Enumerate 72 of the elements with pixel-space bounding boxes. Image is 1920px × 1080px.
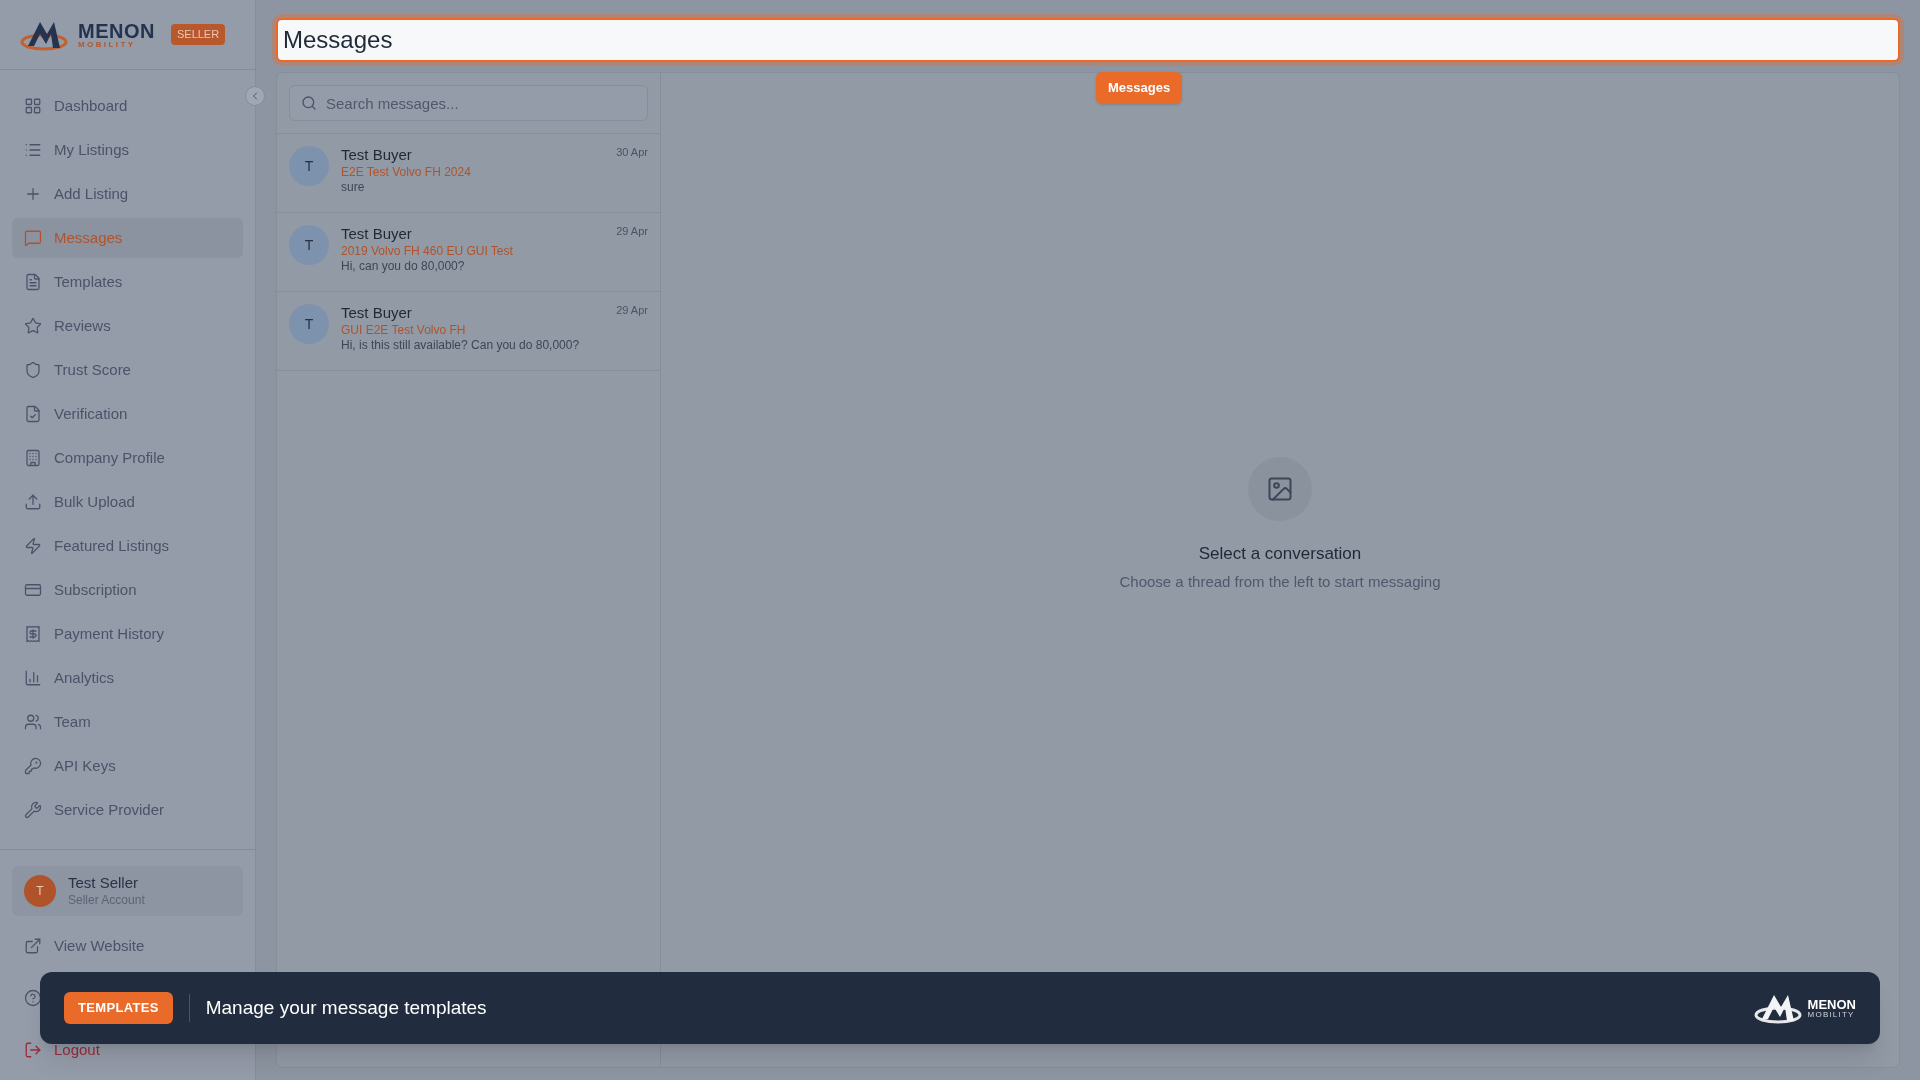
search-field[interactable]: Search messages... bbox=[289, 85, 648, 121]
building-icon bbox=[24, 449, 42, 467]
search-icon bbox=[301, 95, 317, 111]
nav-item[interactable]: Templates bbox=[12, 262, 243, 302]
empty-state-title: Select a conversation bbox=[1198, 543, 1362, 565]
link-link[interactable]: View Website bbox=[12, 934, 157, 958]
buyer-avatar: T bbox=[289, 146, 329, 186]
nav-item[interactable]: Company Profile bbox=[12, 438, 243, 478]
listing-title: GUI E2E Test Volvo FH bbox=[341, 322, 467, 338]
user-avatar: T bbox=[24, 875, 56, 908]
empty-state-text: Choose a thread from the left to start messaging bbox=[1119, 571, 1441, 592]
thread-item[interactable]: T Test Buyer 29 Apr 2019 Volvo FH 460 EU GUI Test Hi, can you do 80,000? bbox=[277, 213, 660, 292]
thread-item[interactable]: T Test Buyer 29 Apr GUI E2E Test Volvo FH Hi, is this still available? Can you do 80,000? bbox=[277, 292, 660, 371]
chat-bubble-icon bbox=[24, 229, 42, 247]
listing-title: 2019 Volvo FH 460 EU GUI Test bbox=[341, 243, 514, 259]
nav-item[interactable]: Service Provider bbox=[12, 790, 243, 830]
logout-icon bbox=[24, 1041, 42, 1059]
nav-item[interactable]: Payment History bbox=[12, 614, 243, 654]
buyer-name: Test Buyer bbox=[341, 225, 412, 244]
help-icon[interactable] bbox=[24, 989, 42, 1007]
receipt-icon bbox=[24, 625, 42, 643]
users-icon bbox=[24, 713, 42, 731]
document-icon bbox=[24, 273, 42, 291]
wrench-icon bbox=[24, 801, 42, 819]
nav-item[interactable]: Trust Score bbox=[12, 350, 243, 390]
list-icon bbox=[24, 141, 42, 159]
nav-item[interactable]: Analytics bbox=[12, 658, 243, 698]
nav-item[interactable]: Add Listing bbox=[12, 174, 243, 214]
thread-item[interactable]: T Test Buyer 30 Apr E2E Test Volvo FH 2024 sure bbox=[277, 134, 660, 213]
banner-text: Manage your message templates bbox=[205, 995, 487, 1020]
document-check-icon bbox=[24, 405, 42, 423]
thread-date: 30 Apr bbox=[616, 146, 648, 160]
nav-item[interactable]: My Listings bbox=[12, 130, 243, 170]
credit-card-icon bbox=[24, 581, 42, 599]
tooltip: Messages bbox=[1096, 72, 1183, 104]
message-preview: sure bbox=[341, 179, 366, 195]
message-preview: Hi, is this still available? Can you do 80,000? bbox=[341, 337, 581, 353]
buyer-name: Test Buyer bbox=[341, 146, 412, 165]
thread-date: 29 Apr bbox=[616, 304, 648, 318]
shield-icon bbox=[24, 361, 42, 379]
key-icon bbox=[24, 757, 42, 775]
brand-name: MENON bbox=[78, 20, 155, 41]
nav-item[interactable]: Subscription bbox=[12, 570, 243, 610]
brand-tagline: MOBILITY bbox=[78, 40, 137, 49]
buyer-avatar: T bbox=[289, 225, 329, 265]
page-title: Messages bbox=[283, 25, 393, 55]
banner-brand-name: MENON bbox=[1807, 997, 1856, 1011]
user-name: Test Seller bbox=[68, 874, 140, 893]
listing-title: E2E Test Volvo FH 2024 bbox=[341, 164, 472, 180]
star-icon bbox=[24, 317, 42, 335]
bar-chart-icon bbox=[24, 669, 42, 687]
nav-item[interactable]: Featured Listings bbox=[12, 526, 243, 566]
upload-icon bbox=[24, 493, 42, 511]
external-link-icon bbox=[24, 937, 42, 955]
banner-brand-tagline: MOBILITY bbox=[1807, 1010, 1856, 1019]
nav-item[interactable]: Messages bbox=[12, 218, 243, 258]
nav-item[interactable]: Reviews bbox=[12, 306, 243, 346]
nav-item[interactable]: Team bbox=[12, 702, 243, 742]
thread-date: 29 Apr bbox=[616, 225, 648, 239]
plus-icon bbox=[24, 185, 42, 203]
dashboard-icon bbox=[24, 97, 42, 115]
lightning-icon bbox=[24, 537, 42, 555]
nav-item[interactable]: Verification bbox=[12, 394, 243, 434]
seller-badge: SELLER bbox=[170, 24, 226, 45]
message-preview: Hi, can you do 80,000? bbox=[341, 258, 466, 274]
nav-item[interactable]: Dashboard bbox=[12, 86, 243, 126]
logout-link[interactable]: Logout bbox=[12, 1038, 112, 1062]
buyer-avatar: T bbox=[289, 304, 329, 344]
buyer-name: Test Buyer bbox=[341, 304, 412, 323]
templates-tag: TEMPLATES bbox=[64, 992, 173, 1024]
nav-item[interactable]: API Keys bbox=[12, 746, 243, 786]
nav-item[interactable]: Bulk Upload bbox=[12, 482, 243, 522]
